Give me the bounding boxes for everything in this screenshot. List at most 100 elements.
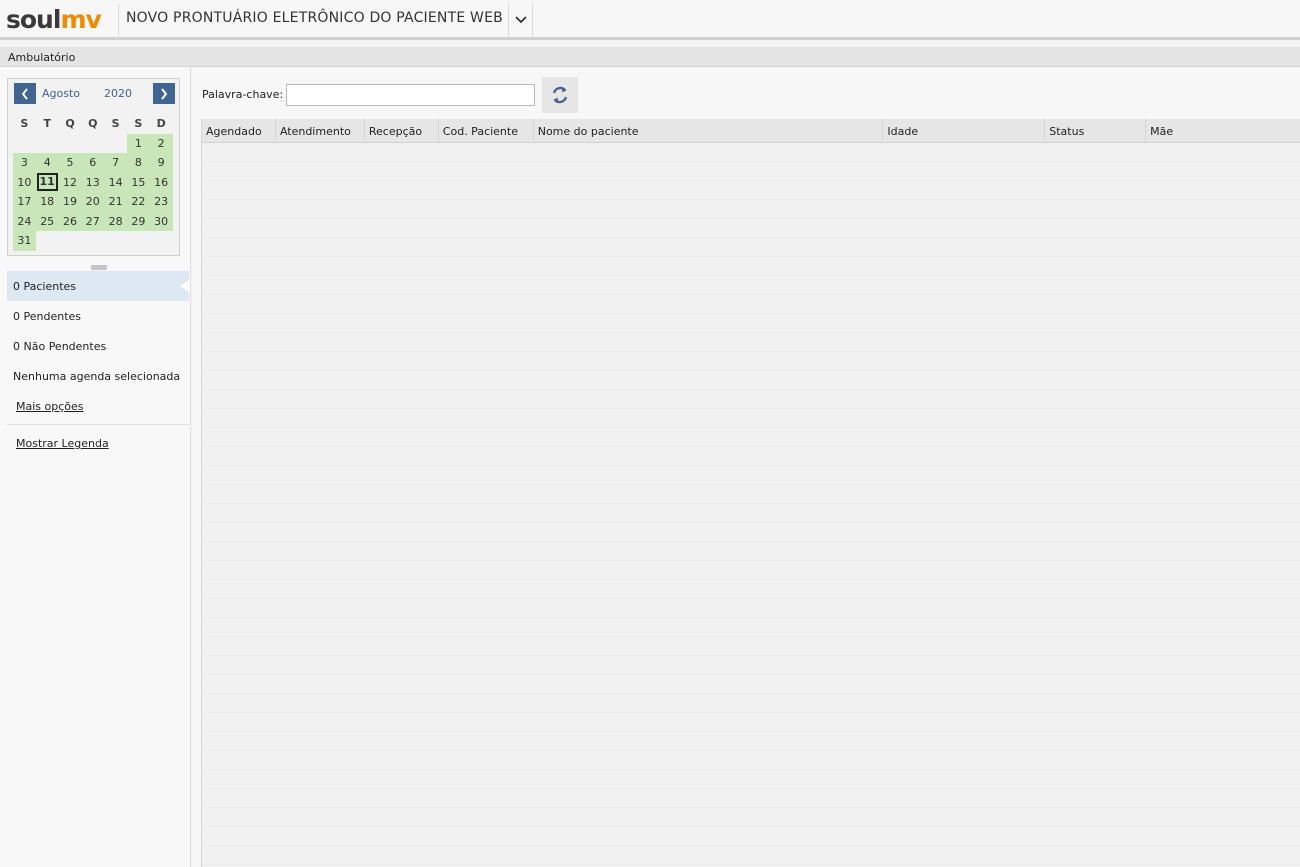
sidebar-item[interactable]: 0 Pendentes bbox=[7, 301, 189, 331]
calendar-day[interactable]: 9 bbox=[149, 153, 173, 173]
calendar-empty-cell bbox=[36, 231, 59, 251]
calendar-day[interactable]: 24 bbox=[13, 211, 36, 231]
soulmv-logo: soul mv bbox=[0, 0, 118, 38]
column-header[interactable]: Mãe bbox=[1146, 119, 1300, 143]
calendar-day-number: 18 bbox=[40, 195, 55, 209]
calendar-day[interactable]: 27 bbox=[81, 211, 105, 231]
calendar-weekday: Q bbox=[65, 117, 75, 131]
column-header[interactable]: Status bbox=[1045, 119, 1147, 143]
calendar-day[interactable]: 2 bbox=[149, 133, 173, 153]
calendar-day[interactable]: 20 bbox=[81, 192, 105, 212]
calendar-day-number: 28 bbox=[108, 214, 123, 228]
show-legend-link[interactable]: Mostrar Legenda bbox=[16, 437, 109, 450]
column-header[interactable]: Atendimento bbox=[276, 119, 365, 143]
chevron-right-icon bbox=[161, 87, 168, 100]
calendar-day[interactable]: 29 bbox=[126, 211, 150, 231]
calendar-day[interactable]: 1 bbox=[126, 133, 150, 153]
calendar-day-today[interactable]: 11 bbox=[35, 172, 59, 192]
column-header[interactable]: Cod. Paciente bbox=[439, 119, 534, 143]
calendar-month[interactable]: Agosto bbox=[42, 87, 80, 100]
calendar-day-number: 30 bbox=[154, 214, 169, 228]
calendar-day[interactable]: 10 bbox=[13, 172, 36, 192]
calendar-empty-cell bbox=[104, 231, 127, 251]
calendar-day[interactable]: 7 bbox=[104, 153, 127, 173]
calendar-day[interactable]: 3 bbox=[13, 153, 36, 173]
calendar-day[interactable]: 17 bbox=[13, 192, 36, 212]
calendar-day-number: 22 bbox=[131, 195, 146, 209]
sidebar-item[interactable]: Nenhuma agenda selecionada bbox=[7, 361, 189, 391]
column-header[interactable]: Nome do paciente bbox=[534, 119, 884, 143]
calendar-weekday: D bbox=[156, 117, 166, 131]
calendar-day[interactable]: 19 bbox=[58, 192, 82, 212]
logo-mv-text: mv bbox=[60, 4, 101, 34]
column-header[interactable]: Agendado bbox=[202, 119, 276, 143]
logo-soul-text: soul bbox=[6, 4, 61, 34]
table-body bbox=[202, 143, 1300, 867]
calendar-day-number: 20 bbox=[85, 195, 100, 209]
column-header[interactable]: Recepção bbox=[365, 119, 439, 143]
app-title: NOVO PRONTUÁRIO ELETRÔNICO DO PACIENTE W… bbox=[126, 10, 503, 26]
calendar-day[interactable]: 8 bbox=[126, 153, 150, 173]
calendar-weekday: T bbox=[43, 117, 51, 131]
calendar-day-number: 19 bbox=[62, 195, 77, 209]
calendar-day[interactable]: 31 bbox=[13, 231, 36, 251]
calendar-day[interactable]: 28 bbox=[104, 211, 127, 231]
calendar-day[interactable]: 18 bbox=[35, 192, 59, 212]
calendar-day-number: 12 bbox=[62, 175, 77, 189]
calendar-day-number: 11 bbox=[36, 173, 58, 192]
calendar-weekday: S bbox=[134, 117, 143, 131]
calendar-day[interactable]: 13 bbox=[81, 172, 105, 192]
sidebar-item[interactable]: 0 Não Pendentes bbox=[7, 331, 189, 361]
breadcrumb-bar: Ambulatório bbox=[0, 47, 1300, 67]
calendar-day[interactable]: 14 bbox=[104, 172, 127, 192]
title-dropdown-button[interactable] bbox=[508, 3, 533, 37]
calendar-week-row: 24 25 26 27 28 29 30 bbox=[13, 211, 173, 231]
calendar-empty-cell bbox=[59, 134, 82, 154]
main-content: Palavra-chave: Agendado Atendimento Recepç… bbox=[192, 67, 1300, 867]
breadcrumb[interactable]: Ambulatório bbox=[8, 51, 75, 64]
refresh-button[interactable] bbox=[542, 77, 578, 113]
calendar-day[interactable]: 12 bbox=[58, 172, 82, 192]
calendar-day-number: 9 bbox=[157, 156, 165, 170]
calendar-day-number: 21 bbox=[108, 195, 123, 209]
calendar-day-number: 31 bbox=[17, 234, 32, 248]
calendar-next-button[interactable] bbox=[153, 83, 175, 104]
chevron-left-icon bbox=[21, 87, 28, 100]
calendar-day[interactable]: 4 bbox=[35, 153, 59, 173]
calendar-splitter-handle[interactable] bbox=[91, 265, 107, 270]
chevron-down-icon bbox=[514, 16, 527, 24]
top-header: soul mv NOVO PRONTUÁRIO ELETRÔNICO DO PAC… bbox=[0, 0, 1300, 40]
calendar-empty-cell bbox=[127, 231, 150, 251]
calendar-day-number: 1 bbox=[134, 136, 142, 150]
sidebar-item[interactable]: 0 Pacientes bbox=[7, 271, 189, 301]
calendar-empty-cell bbox=[59, 231, 82, 251]
sidebar-menu: 0 Pacientes 0 Pendentes 0 Não Pendentes Nen… bbox=[7, 271, 189, 391]
calendar-day[interactable]: 25 bbox=[35, 211, 59, 231]
calendar-day-number: 17 bbox=[17, 195, 32, 209]
calendar: Agosto 2020 S T Q Q S S D 1 2 3 4 5 6 7 8 9 10 11 12 13 14 15… bbox=[7, 78, 180, 256]
calendar-weekday: S bbox=[111, 117, 120, 131]
header-divider bbox=[118, 4, 119, 36]
calendar-day[interactable]: 22 bbox=[126, 192, 150, 212]
calendar-day[interactable]: 23 bbox=[149, 192, 173, 212]
calendar-day-number: 10 bbox=[17, 175, 32, 189]
calendar-day-number: 4 bbox=[43, 156, 51, 170]
keyword-label: Palavra-chave: bbox=[202, 88, 284, 101]
column-header[interactable]: Idade bbox=[883, 119, 1046, 143]
calendar-day-number: 29 bbox=[131, 214, 146, 228]
calendar-day-number: 8 bbox=[134, 156, 142, 170]
calendar-day[interactable]: 5 bbox=[58, 153, 82, 173]
keyword-input[interactable] bbox=[286, 84, 535, 106]
calendar-prev-button[interactable] bbox=[14, 83, 36, 104]
calendar-day[interactable]: 26 bbox=[58, 211, 82, 231]
calendar-grid: S T Q Q S S D 1 2 3 4 5 6 7 8 9 10 11 12 13 14 15 16 17 18 19 20 21… bbox=[13, 114, 173, 251]
calendar-day[interactable]: 6 bbox=[81, 153, 105, 173]
calendar-day[interactable]: 16 bbox=[149, 172, 173, 192]
calendar-day-number: 3 bbox=[20, 156, 28, 170]
calendar-day[interactable]: 30 bbox=[149, 211, 173, 231]
calendar-year[interactable]: 2020 bbox=[104, 87, 132, 100]
calendar-day[interactable]: 21 bbox=[104, 192, 127, 212]
calendar-week-row: 12 bbox=[13, 133, 173, 154]
more-options-link[interactable]: Mais opções bbox=[16, 400, 84, 413]
calendar-day[interactable]: 15 bbox=[126, 172, 150, 192]
